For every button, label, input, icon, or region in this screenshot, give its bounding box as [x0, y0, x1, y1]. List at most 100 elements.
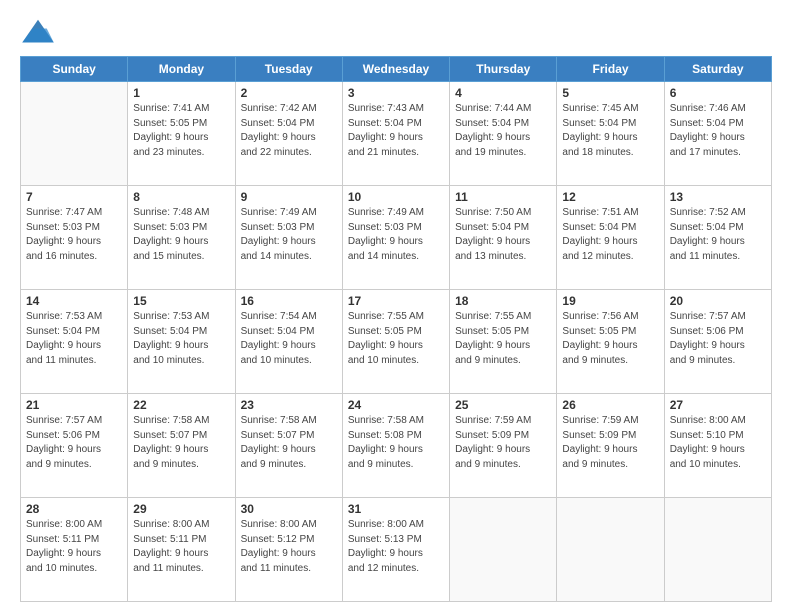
day-detail: Sunrise: 7:58 AMSunset: 5:08 PMDaylight:… [348, 414, 444, 472]
calendar-cell: 14Sunrise: 7:53 AMSunset: 5:04 PMDayligh… [21, 290, 128, 394]
day-detail: Sunrise: 7:50 AMSunset: 5:04 PMDaylight:… [455, 206, 551, 264]
calendar-cell: 5 Sunrise: 7:45 AMSunset: 5:04 PMDaylight… [557, 82, 664, 186]
calendar-cell: 16 Sunrise: 7:54 AMSunset: 5:04 PMDayligh… [235, 290, 342, 394]
calendar-header: SundayMondayTuesdayWednesdayThursdayFrid… [21, 57, 772, 82]
day-number: 26 [562, 398, 658, 412]
calendar-week-5: 28 Sunrise: 8:00 AMSunset: 5:11 PMDayligh… [21, 498, 772, 602]
day-number: 4 [455, 86, 551, 100]
calendar-table: SundayMondayTuesdayWednesdayThursdayFrid… [20, 56, 772, 602]
day-number: 2 [241, 86, 337, 100]
calendar-cell: 13 Sunrise: 7:52 AMSunset: 5:04 PMDayligh… [664, 186, 771, 290]
day-number: 16 [241, 294, 337, 308]
calendar-cell: 22Sunrise: 7:58 AMSunset: 5:07 PMDayligh… [128, 394, 235, 498]
calendar-cell: 4Sunrise: 7:44 AMSunset: 5:04 PMDaylight… [450, 82, 557, 186]
day-detail: Sunrise: 8:00 AMSunset: 5:11 PMDaylight:… [26, 518, 122, 576]
day-detail: Sunrise: 8:00 AMSunset: 5:10 PMDaylight:… [670, 414, 766, 472]
day-detail: Sunrise: 7:55 AMSunset: 5:05 PMDaylight:… [455, 310, 551, 368]
day-detail: Sunrise: 7:58 AMSunset: 5:07 PMDaylight:… [241, 414, 337, 472]
weekday-header-row: SundayMondayTuesdayWednesdayThursdayFrid… [21, 57, 772, 82]
day-detail: Sunrise: 7:43 AMSunset: 5:04 PMDaylight:… [348, 102, 444, 160]
day-detail: Sunrise: 7:55 AMSunset: 5:05 PMDaylight:… [348, 310, 444, 368]
calendar-cell: 3Sunrise: 7:43 AMSunset: 5:04 PMDaylight… [342, 82, 449, 186]
calendar-cell: 9 Sunrise: 7:49 AMSunset: 5:03 PMDaylight… [235, 186, 342, 290]
day-number: 24 [348, 398, 444, 412]
calendar-week-4: 21 Sunrise: 7:57 AMSunset: 5:06 PMDayligh… [21, 394, 772, 498]
day-detail: Sunrise: 7:41 AMSunset: 5:05 PMDaylight:… [133, 102, 229, 160]
day-detail: Sunrise: 7:52 AMSunset: 5:04 PMDaylight:… [670, 206, 766, 264]
calendar-cell: 6 Sunrise: 7:46 AMSunset: 5:04 PMDaylight… [664, 82, 771, 186]
calendar-cell: 7Sunrise: 7:47 AMSunset: 5:03 PMDaylight… [21, 186, 128, 290]
calendar-cell [21, 82, 128, 186]
calendar-cell: 24 Sunrise: 7:58 AMSunset: 5:08 PMDayligh… [342, 394, 449, 498]
day-detail: Sunrise: 7:49 AMSunset: 5:03 PMDaylight:… [348, 206, 444, 264]
calendar-cell: 2 Sunrise: 7:42 AMSunset: 5:04 PMDaylight… [235, 82, 342, 186]
day-detail: Sunrise: 8:00 AMSunset: 5:13 PMDaylight:… [348, 518, 444, 576]
day-number: 18 [455, 294, 551, 308]
day-detail: Sunrise: 7:59 AMSunset: 5:09 PMDaylight:… [562, 414, 658, 472]
day-detail: Sunrise: 7:51 AMSunset: 5:04 PMDaylight:… [562, 206, 658, 264]
calendar-cell: 26 Sunrise: 7:59 AMSunset: 5:09 PMDayligh… [557, 394, 664, 498]
calendar-week-1: 1Sunrise: 7:41 AMSunset: 5:05 PMDaylight… [21, 82, 772, 186]
calendar-cell: 18 Sunrise: 7:55 AMSunset: 5:05 PMDayligh… [450, 290, 557, 394]
page: SundayMondayTuesdayWednesdayThursdayFrid… [0, 0, 792, 612]
calendar-cell: 20 Sunrise: 7:57 AMSunset: 5:06 PMDayligh… [664, 290, 771, 394]
weekday-header-monday: Monday [128, 57, 235, 82]
calendar-cell [450, 498, 557, 602]
weekday-header-sunday: Sunday [21, 57, 128, 82]
weekday-header-tuesday: Tuesday [235, 57, 342, 82]
calendar-cell: 30 Sunrise: 8:00 AMSunset: 5:12 PMDayligh… [235, 498, 342, 602]
logo-icon [20, 18, 56, 46]
day-number: 9 [241, 190, 337, 204]
day-number: 5 [562, 86, 658, 100]
calendar-cell: 12 Sunrise: 7:51 AMSunset: 5:04 PMDayligh… [557, 186, 664, 290]
calendar-cell: 15 Sunrise: 7:53 AMSunset: 5:04 PMDayligh… [128, 290, 235, 394]
day-number: 12 [562, 190, 658, 204]
calendar-cell [664, 498, 771, 602]
weekday-header-wednesday: Wednesday [342, 57, 449, 82]
logo [20, 18, 60, 46]
day-number: 10 [348, 190, 444, 204]
day-number: 25 [455, 398, 551, 412]
day-number: 29 [133, 502, 229, 516]
weekday-header-friday: Friday [557, 57, 664, 82]
weekday-header-saturday: Saturday [664, 57, 771, 82]
calendar-cell: 29Sunrise: 8:00 AMSunset: 5:11 PMDayligh… [128, 498, 235, 602]
day-number: 19 [562, 294, 658, 308]
day-number: 14 [26, 294, 122, 308]
day-detail: Sunrise: 8:00 AMSunset: 5:12 PMDaylight:… [241, 518, 337, 576]
calendar-week-3: 14 Sunrise: 7:53 AMSunset: 5:04 PMDayligh… [21, 290, 772, 394]
day-number: 8 [133, 190, 229, 204]
day-number: 15 [133, 294, 229, 308]
day-detail: Sunrise: 7:42 AMSunset: 5:04 PMDaylight:… [241, 102, 337, 160]
day-detail: Sunrise: 7:59 AMSunset: 5:09 PMDaylight:… [455, 414, 551, 472]
day-detail: Sunrise: 7:46 AMSunset: 5:04 PMDaylight:… [670, 102, 766, 160]
day-number: 7 [26, 190, 122, 204]
day-number: 23 [241, 398, 337, 412]
day-detail: Sunrise: 7:54 AMSunset: 5:04 PMDaylight:… [241, 310, 337, 368]
day-number: 20 [670, 294, 766, 308]
day-number: 21 [26, 398, 122, 412]
day-number: 30 [241, 502, 337, 516]
calendar-cell: 23 Sunrise: 7:58 AMSunset: 5:07 PMDayligh… [235, 394, 342, 498]
day-number: 28 [26, 502, 122, 516]
calendar-cell: 10 Sunrise: 7:49 AMSunset: 5:03 PMDayligh… [342, 186, 449, 290]
day-detail: Sunrise: 7:53 AMSunset: 5:04 PMDaylight:… [133, 310, 229, 368]
calendar-week-2: 7Sunrise: 7:47 AMSunset: 5:03 PMDaylight… [21, 186, 772, 290]
calendar-cell: 31Sunrise: 8:00 AMSunset: 5:13 PMDayligh… [342, 498, 449, 602]
day-detail: Sunrise: 7:57 AMSunset: 5:06 PMDaylight:… [26, 414, 122, 472]
calendar-cell: 21 Sunrise: 7:57 AMSunset: 5:06 PMDayligh… [21, 394, 128, 498]
day-number: 11 [455, 190, 551, 204]
day-detail: Sunrise: 7:58 AMSunset: 5:07 PMDaylight:… [133, 414, 229, 472]
day-number: 6 [670, 86, 766, 100]
day-detail: Sunrise: 7:48 AMSunset: 5:03 PMDaylight:… [133, 206, 229, 264]
day-number: 17 [348, 294, 444, 308]
calendar-cell: 25 Sunrise: 7:59 AMSunset: 5:09 PMDayligh… [450, 394, 557, 498]
day-detail: Sunrise: 7:49 AMSunset: 5:03 PMDaylight:… [241, 206, 337, 264]
day-number: 13 [670, 190, 766, 204]
header [20, 18, 772, 46]
calendar-cell: 1Sunrise: 7:41 AMSunset: 5:05 PMDaylight… [128, 82, 235, 186]
day-detail: Sunrise: 7:57 AMSunset: 5:06 PMDaylight:… [670, 310, 766, 368]
day-number: 27 [670, 398, 766, 412]
day-detail: Sunrise: 7:45 AMSunset: 5:04 PMDaylight:… [562, 102, 658, 160]
calendar-cell: 17 Sunrise: 7:55 AMSunset: 5:05 PMDayligh… [342, 290, 449, 394]
